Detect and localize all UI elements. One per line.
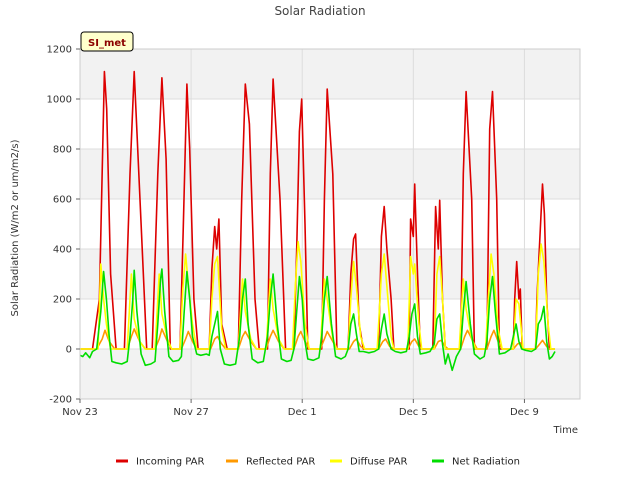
x-tick-label: Dec 1 — [288, 407, 317, 418]
y-tick-label: 1200 — [47, 45, 72, 56]
solar-radiation-chart: -200 0 200 400 600 800 1000 1200 Nov 23 Nov 27 Dec… — [0, 0, 640, 480]
x-axis-title: Time — [553, 425, 578, 436]
y-tick-label: 600 — [53, 195, 72, 206]
y-tick-label: -200 — [49, 395, 72, 406]
y-tick-label: 400 — [53, 245, 72, 256]
legend-label-net-radiation: Net Radiation — [452, 457, 520, 468]
legend-label-incoming-par: Incoming PAR — [136, 457, 205, 468]
y-tick-label: 0 — [66, 345, 72, 356]
site-badge: SI_met — [80, 31, 134, 52]
y-tick-label: 800 — [53, 145, 72, 156]
x-tick-label: Nov 27 — [173, 407, 208, 418]
legend-label-reflected-par: Reflected PAR — [246, 457, 315, 468]
shaded-band — [80, 49, 580, 99]
y-tick-label: 200 — [53, 295, 72, 306]
site-badge-label: SI_met — [88, 38, 126, 49]
shaded-band — [80, 149, 580, 199]
x-tick-label: Dec 5 — [399, 407, 428, 418]
x-tick-label: Dec 9 — [510, 407, 539, 418]
legend-label-diffuse-par: Diffuse PAR — [350, 457, 407, 468]
x-tick-label: Nov 23 — [62, 407, 97, 418]
chart-title: Solar Radiation — [274, 4, 365, 18]
y-axis-title: Solar Radiation (W/m2 or um/m2/s) — [10, 139, 21, 316]
y-tick-label: 1000 — [47, 95, 72, 106]
